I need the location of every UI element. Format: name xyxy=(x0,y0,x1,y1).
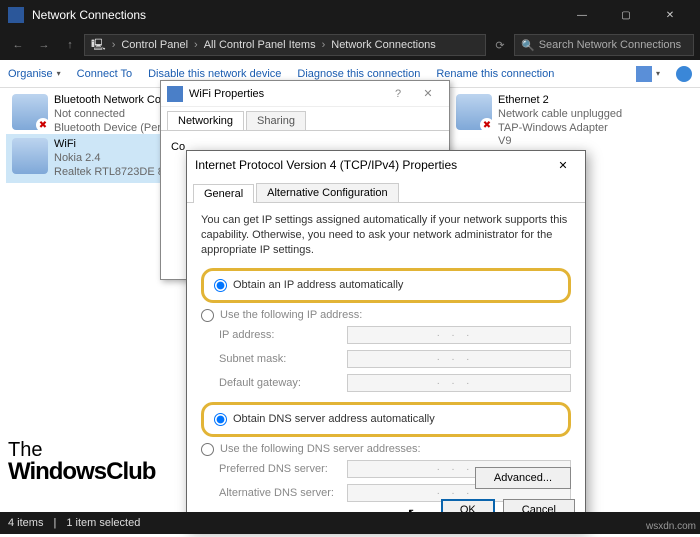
close-button[interactable]: ✕ xyxy=(648,0,692,30)
ipv4-description: You can get IP settings assigned automat… xyxy=(201,213,571,258)
radio-use-following-ip-label: Use the following IP address: xyxy=(220,309,362,321)
label-ip-address: IP address: xyxy=(219,329,341,341)
network-icon: 🖳 xyxy=(91,36,106,55)
radio-obtain-ip-auto[interactable]: Obtain an IP address automatically xyxy=(214,277,558,294)
input-subnet-mask: ... xyxy=(347,350,571,368)
connection-item-bluetooth[interactable]: Bluetooth Network Con Not connected Blue… xyxy=(6,90,186,139)
tab-alternative-config[interactable]: Alternative Configuration xyxy=(256,183,398,202)
highlight-obtain-dns: Obtain DNS server address automatically xyxy=(201,402,571,437)
input-default-gateway: ... xyxy=(347,374,571,392)
breadcrumb-all-items[interactable]: All Control Panel Items xyxy=(204,39,316,51)
window-title: Network Connections xyxy=(32,8,560,22)
status-bar: 4 items | 1 item selected xyxy=(0,512,700,534)
wifi-tabs: Networking Sharing xyxy=(161,107,449,131)
refresh-button[interactable]: ⟳ xyxy=(488,33,512,57)
breadcrumb[interactable]: 🖳 › Control Panel › All Control Panel It… xyxy=(84,34,486,56)
wifi-window-icon xyxy=(167,86,183,102)
logo-line1: The xyxy=(8,440,155,460)
label-default-gateway: Default gateway: xyxy=(219,377,341,389)
connect-to-button[interactable]: Connect To xyxy=(77,68,132,80)
label-subnet-mask: Subnet mask: xyxy=(219,353,341,365)
help-icon xyxy=(676,66,692,82)
radio-obtain-dns-auto-label: Obtain DNS server address automatically xyxy=(233,413,435,425)
window-titlebar: Network Connections — ▢ ✕ xyxy=(0,0,700,30)
connection-item-wifi[interactable]: WiFi Nokia 2.4 Realtek RTL8723DE 802. xyxy=(6,134,186,183)
ipv4-properties-window: Internet Protocol Version 4 (TCP/IPv4) P… xyxy=(186,150,586,530)
bluetooth-icon xyxy=(12,94,48,130)
wifi-help-button[interactable]: ? xyxy=(383,88,413,100)
logo-line2: WindowsClub xyxy=(8,460,155,484)
breadcrumb-network-connections[interactable]: Network Connections xyxy=(331,39,436,51)
organise-button[interactable]: Organise▾ xyxy=(8,68,61,80)
search-placeholder: Search Network Connections xyxy=(539,39,681,51)
diagnose-button[interactable]: Diagnose this connection xyxy=(297,68,420,80)
rename-button[interactable]: Rename this connection xyxy=(436,68,554,80)
radio-obtain-dns-auto-input[interactable] xyxy=(214,413,227,426)
search-icon: 🔍 xyxy=(521,39,535,52)
connection-status: Not connected xyxy=(54,108,167,122)
up-button[interactable]: ↑ xyxy=(58,33,82,57)
ipv4-close-button[interactable]: ✕ xyxy=(549,154,577,176)
radio-use-following-ip-input[interactable] xyxy=(201,309,214,322)
tab-networking[interactable]: Networking xyxy=(167,111,244,130)
label-preferred-dns: Preferred DNS server: xyxy=(219,463,341,475)
input-ip-address: ... xyxy=(347,326,571,344)
breadcrumb-sep: › xyxy=(112,39,116,51)
help-button[interactable] xyxy=(676,66,692,82)
wifi-close-button[interactable]: ✕ xyxy=(413,87,443,100)
highlight-obtain-ip: Obtain an IP address automatically xyxy=(201,268,571,303)
address-bar: ← → ↑ 🖳 › Control Panel › All Control Pa… xyxy=(0,30,700,60)
app-icon xyxy=(8,7,24,23)
status-selected-count: 1 item selected xyxy=(66,517,140,529)
breadcrumb-sep: › xyxy=(322,39,326,51)
maximize-button[interactable]: ▢ xyxy=(604,0,648,30)
connect-using-label: Co xyxy=(171,141,185,153)
connection-device: TAP-Windows Adapter V9 xyxy=(498,122,624,150)
ipv4-tabs: General Alternative Configuration xyxy=(187,179,585,203)
radio-obtain-ip-auto-input[interactable] xyxy=(214,279,227,292)
radio-obtain-ip-auto-label: Obtain an IP address automatically xyxy=(233,279,403,291)
breadcrumb-control-panel[interactable]: Control Panel xyxy=(121,39,188,51)
wifi-titlebar: WiFi Properties ? ✕ xyxy=(161,81,449,107)
radio-use-following-dns-label: Use the following DNS server addresses: xyxy=(220,443,421,455)
wifi-window-title: WiFi Properties xyxy=(189,88,264,100)
ipv4-window-title: Internet Protocol Version 4 (TCP/IPv4) P… xyxy=(195,158,457,172)
source-watermark: wsxdn.com xyxy=(646,521,696,532)
view-icon xyxy=(636,66,652,82)
connection-status: Network cable unplugged xyxy=(498,108,624,122)
ipv4-titlebar: Internet Protocol Version 4 (TCP/IPv4) P… xyxy=(187,151,585,179)
connection-name: Ethernet 2 xyxy=(498,94,624,108)
back-button[interactable]: ← xyxy=(6,33,30,57)
view-options-button[interactable]: ▾ xyxy=(636,66,660,82)
radio-use-following-ip[interactable]: Use the following IP address: xyxy=(201,307,571,324)
ethernet-icon xyxy=(456,94,492,130)
advanced-button[interactable]: Advanced... xyxy=(475,467,571,489)
search-input[interactable]: 🔍 Search Network Connections xyxy=(514,34,694,56)
status-items-count: 4 items xyxy=(8,517,43,529)
label-alternative-dns: Alternative DNS server: xyxy=(219,487,341,499)
connection-item-ethernet[interactable]: Ethernet 2 Network cable unplugged TAP-W… xyxy=(450,90,630,153)
forward-button[interactable]: → xyxy=(32,33,56,57)
connection-name: Bluetooth Network Con xyxy=(54,94,167,108)
disable-device-button[interactable]: Disable this network device xyxy=(148,68,281,80)
breadcrumb-sep: › xyxy=(194,39,198,51)
watermark-logo: The WindowsClub xyxy=(8,440,155,484)
minimize-button[interactable]: — xyxy=(560,0,604,30)
radio-use-following-dns-input[interactable] xyxy=(201,443,214,456)
wifi-icon xyxy=(12,138,48,174)
tab-sharing[interactable]: Sharing xyxy=(246,111,306,130)
radio-use-following-dns[interactable]: Use the following DNS server addresses: xyxy=(201,441,571,458)
tab-general[interactable]: General xyxy=(193,184,254,203)
radio-obtain-dns-auto[interactable]: Obtain DNS server address automatically xyxy=(214,411,558,428)
